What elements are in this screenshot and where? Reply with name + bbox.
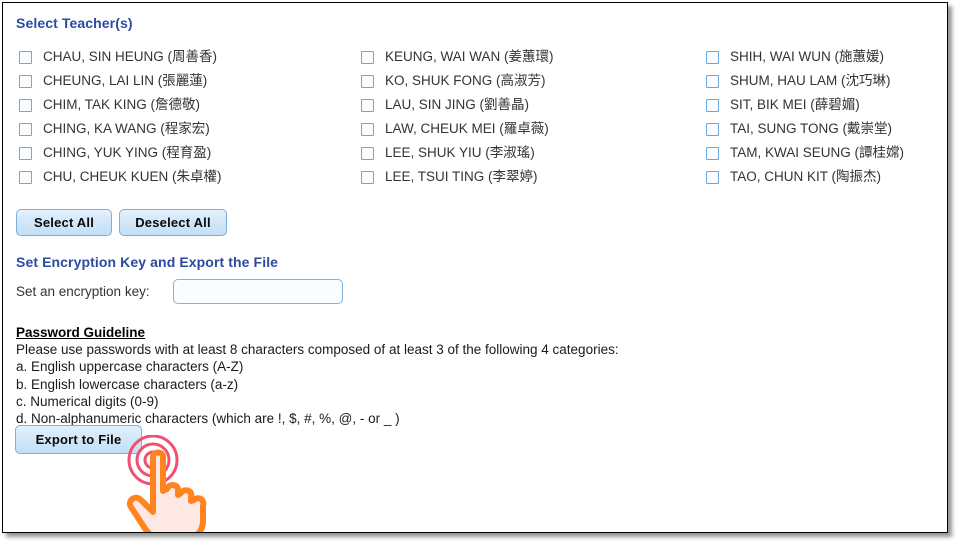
teacher-checkbox[interactable] <box>706 50 719 64</box>
teacher-label: TAI, SUNG TONG (戴崇堂) <box>730 121 893 136</box>
encryption-key-input[interactable] <box>173 279 343 304</box>
teacher-checkbox[interactable] <box>706 146 719 160</box>
teacher-column-1: CHAU, SIN HEUNG (周善香) CHEUNG, LAI LIN (張麗… <box>19 45 222 189</box>
teacher-checkbox[interactable] <box>19 98 32 112</box>
password-rule-b: b. English lowercase characters (a-z) <box>16 376 239 392</box>
select-all-button[interactable]: Select All <box>16 209 112 236</box>
teacher-column-2: KEUNG, WAI WAN (姜蕙環) KO, SHUK FONG (高淑芳) L… <box>361 45 554 189</box>
teacher-label: SHUM, HAU LAM (沈巧琳) <box>730 73 891 88</box>
teacher-checkbox[interactable] <box>19 122 32 136</box>
teacher-row[interactable]: LAW, CHEUK MEI (羅卓薇) <box>361 117 554 141</box>
teacher-checkbox[interactable] <box>361 98 374 112</box>
teacher-label: CHAU, SIN HEUNG (周善香) <box>43 49 218 64</box>
teacher-row[interactable]: TAO, CHUN KIT (陶振杰) <box>706 165 904 189</box>
teacher-checkbox[interactable] <box>706 170 719 184</box>
teacher-label: LAU, SIN JING (劉善晶) <box>385 97 530 112</box>
teacher-row[interactable]: TAM, KWAI SEUNG (譚桂嫦) <box>706 141 904 165</box>
teacher-label: CHEUNG, LAI LIN (張麗蓮) <box>43 73 208 88</box>
teacher-row[interactable]: SHUM, HAU LAM (沈巧琳) <box>706 69 904 93</box>
password-guideline: Password Guideline Please use passwords … <box>16 324 619 427</box>
teacher-label: CHING, KA WANG (程家宏) <box>43 121 210 136</box>
teacher-label: KEUNG, WAI WAN (姜蕙環) <box>385 49 554 64</box>
encryption-key-label: Set an encryption key: <box>16 284 150 299</box>
teacher-row[interactable]: KEUNG, WAI WAN (姜蕙環) <box>361 45 554 69</box>
teacher-checkbox[interactable] <box>19 170 32 184</box>
teacher-column-3: SHIH, WAI WUN (施蕙媛) SHUM, HAU LAM (沈巧琳) SI… <box>706 45 904 189</box>
teacher-checkbox[interactable] <box>19 74 32 88</box>
teacher-row[interactable]: CHU, CHEUK KUEN (朱卓權) <box>19 165 222 189</box>
teacher-row[interactable]: LEE, TSUI TING (李翠婷) <box>361 165 554 189</box>
select-teachers-heading: Select Teacher(s) <box>16 15 133 31</box>
teacher-row[interactable]: CHING, KA WANG (程家宏) <box>19 117 222 141</box>
teacher-checkbox[interactable] <box>361 74 374 88</box>
teacher-label: CHIM, TAK KING (詹德敬) <box>43 97 201 112</box>
teacher-checkbox[interactable] <box>361 146 374 160</box>
password-guideline-intro: Please use passwords with at least 8 cha… <box>16 342 619 358</box>
teacher-checkbox[interactable] <box>361 170 374 184</box>
app-frame: Select Teacher(s) CHAU, SIN HEUNG (周善香) C… <box>2 2 948 533</box>
teacher-label: LEE, TSUI TING (李翠婷) <box>385 169 538 184</box>
teacher-row[interactable]: TAI, SUNG TONG (戴崇堂) <box>706 117 904 141</box>
teacher-checkbox[interactable] <box>706 122 719 136</box>
teacher-checkbox[interactable] <box>361 122 374 136</box>
teacher-checkbox[interactable] <box>19 50 32 64</box>
teacher-label: LAW, CHEUK MEI (羅卓薇) <box>385 121 549 136</box>
teacher-label: CHING, YUK YING (程育盈) <box>43 145 212 160</box>
teacher-checkbox[interactable] <box>19 146 32 160</box>
teacher-row[interactable]: LEE, SHUK YIU (李淑瑤) <box>361 141 554 165</box>
teacher-label: KO, SHUK FONG (高淑芳) <box>385 73 546 88</box>
password-guideline-heading: Password Guideline <box>16 325 146 340</box>
deselect-all-button[interactable]: Deselect All <box>119 209 227 236</box>
teacher-row[interactable]: SIT, BIK MEI (薛碧媚) <box>706 93 904 117</box>
teacher-row[interactable]: CHEUNG, LAI LIN (張麗蓮) <box>19 69 222 93</box>
teacher-label: SHIH, WAI WUN (施蕙媛) <box>730 49 884 64</box>
teacher-checkbox[interactable] <box>361 50 374 64</box>
teacher-row[interactable]: LAU, SIN JING (劉善晶) <box>361 93 554 117</box>
password-rule-c: c. Numerical digits (0-9) <box>16 393 159 409</box>
encryption-heading: Set Encryption Key and Export the File <box>16 254 279 270</box>
export-to-file-button[interactable]: Export to File <box>15 425 142 454</box>
teacher-row[interactable]: CHIM, TAK KING (詹德敬) <box>19 93 222 117</box>
teacher-row[interactable]: SHIH, WAI WUN (施蕙媛) <box>706 45 904 69</box>
teacher-row[interactable]: KO, SHUK FONG (高淑芳) <box>361 69 554 93</box>
teacher-row[interactable]: CHAU, SIN HEUNG (周善香) <box>19 45 222 69</box>
teacher-label: TAM, KWAI SEUNG (譚桂嫦) <box>730 145 904 160</box>
teacher-checkbox[interactable] <box>706 98 719 112</box>
teacher-checkbox[interactable] <box>706 74 719 88</box>
teacher-label: LEE, SHUK YIU (李淑瑤) <box>385 145 535 160</box>
screenshot-root: Select Teacher(s) CHAU, SIN HEUNG (周善香) C… <box>0 0 960 545</box>
password-rule-a: a. English uppercase characters (A-Z) <box>16 359 244 375</box>
teacher-row[interactable]: CHING, YUK YING (程育盈) <box>19 141 222 165</box>
teacher-label: SIT, BIK MEI (薛碧媚) <box>730 97 860 112</box>
app-content: Select Teacher(s) CHAU, SIN HEUNG (周善香) C… <box>3 3 947 532</box>
teacher-label: TAO, CHUN KIT (陶振杰) <box>730 169 881 184</box>
teacher-label: CHU, CHEUK KUEN (朱卓權) <box>43 169 222 184</box>
